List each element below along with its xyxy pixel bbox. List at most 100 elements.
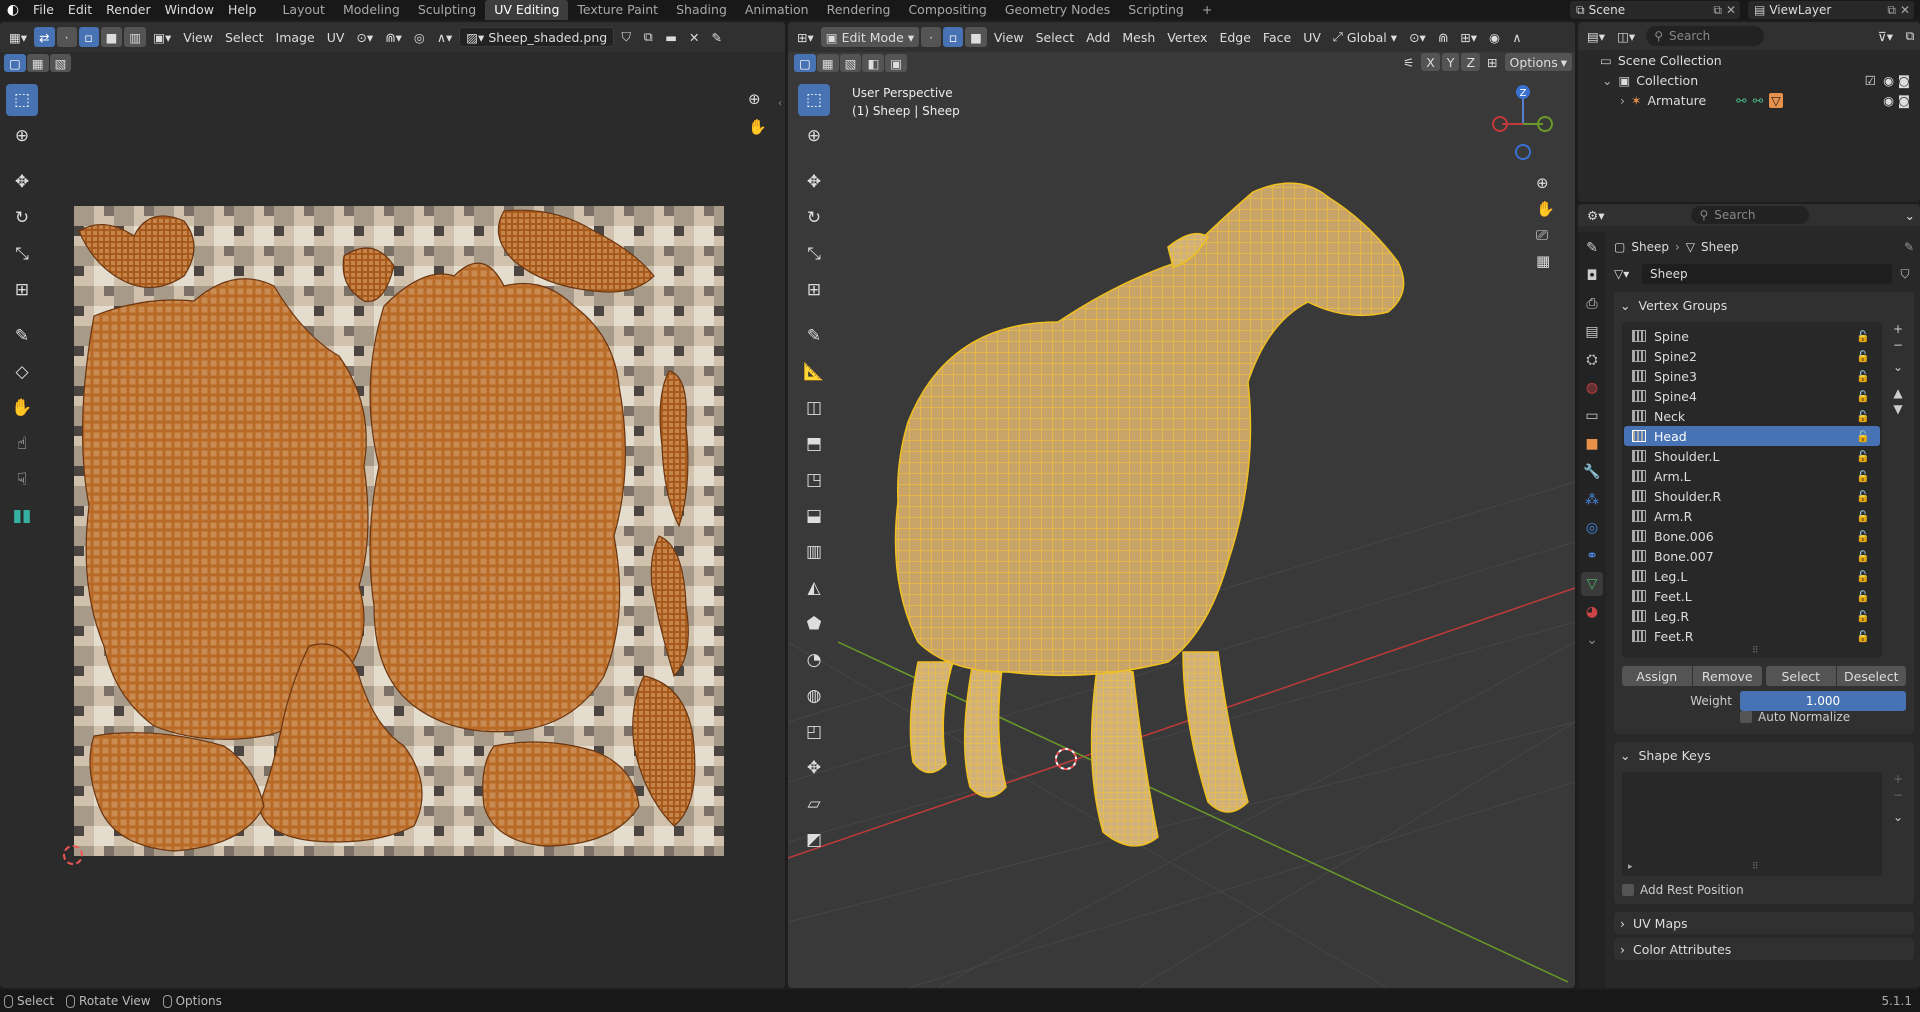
falloff-icon[interactable]: ∧▾ — [432, 27, 457, 47]
modifier-tab-icon[interactable]: 🔧 — [1581, 460, 1603, 484]
view-layer-selector[interactable]: ▤ ViewLayer ⧉ ✕ — [1748, 1, 1914, 19]
remove-icon[interactable]: − — [1893, 788, 1903, 802]
viewport-canvas[interactable] — [788, 22, 1575, 988]
tab-sculpting[interactable]: Sculpting — [409, 0, 485, 20]
expand-icon[interactable]: ▸ — [1628, 862, 1633, 872]
lock-icon[interactable]: 🔓 — [1856, 450, 1870, 463]
lock-icon[interactable]: 🔓 — [1856, 330, 1870, 343]
rip-region-icon[interactable]: ◩ — [798, 824, 830, 856]
checkbox-icon[interactable]: ☑ — [1865, 73, 1876, 88]
list-resize-handle[interactable]: ⠿ — [1752, 862, 1759, 872]
editor-type-icon[interactable]: ▤▾ — [1582, 26, 1610, 46]
uv-maps-panel[interactable]: › UV Maps — [1614, 912, 1914, 934]
chevron-down-icon[interactable]: ⌄ — [1900, 205, 1920, 225]
eye-icon[interactable]: ◉ — [1883, 93, 1894, 108]
vertex-group-item[interactable]: Neck 🔓 — [1624, 406, 1880, 426]
2d-cursor-icon[interactable] — [63, 845, 83, 865]
fake-user-icon[interactable]: ⛉ — [616, 27, 636, 47]
vertex-group-item[interactable]: Bone.007 🔓 — [1624, 546, 1880, 566]
lock-icon[interactable]: 🔓 — [1856, 490, 1870, 503]
properties-search-input[interactable]: ⚲ Search — [1691, 206, 1810, 224]
cursor-icon[interactable]: ⊕ — [798, 120, 830, 152]
open-image-icon[interactable]: ▬ — [660, 27, 682, 47]
extrude-icon[interactable]: ⬒ — [798, 428, 830, 460]
output-tab-icon[interactable]: ⎙ — [1581, 292, 1603, 316]
add-cube-icon[interactable]: ◫ — [798, 392, 830, 424]
transform-icon[interactable]: ⊞ — [798, 274, 830, 306]
lock-icon[interactable]: 🔓 — [1856, 530, 1870, 543]
blender-logo-icon[interactable]: ◐ — [0, 2, 26, 18]
lock-icon[interactable]: 🔓 — [1856, 570, 1870, 583]
remove-icon[interactable]: − — [1893, 338, 1903, 352]
vertex-group-item[interactable]: Spine4 🔓 — [1624, 386, 1880, 406]
chevron-right-icon[interactable]: › — [1620, 93, 1625, 108]
vertex-group-item[interactable]: Shoulder.L 🔓 — [1624, 446, 1880, 466]
shape-keys-header[interactable]: ⌄ Shape Keys — [1614, 742, 1914, 768]
vertex-group-item[interactable]: Spine3 🔓 — [1624, 366, 1880, 386]
list-resize-handle[interactable]: ⠿ — [1752, 646, 1759, 656]
select-button[interactable]: Select — [1766, 666, 1836, 686]
add-icon[interactable]: + — [1893, 322, 1903, 336]
navigation-gizmo[interactable]: Z — [1488, 82, 1568, 172]
physics-tab-icon[interactable]: ◎ — [1581, 516, 1603, 540]
render-tab-icon[interactable]: ◘ — [1581, 264, 1603, 288]
edge-slide-icon[interactable]: ◰ — [798, 716, 830, 748]
move-down-icon[interactable]: ▼ — [1893, 402, 1902, 416]
relax-icon[interactable]: ☝ — [6, 428, 38, 460]
outliner-search-input[interactable]: ⚲ Search — [1646, 26, 1765, 46]
color-attributes-panel[interactable]: › Color Attributes — [1614, 938, 1914, 960]
pan-hand-icon[interactable]: ✋ — [1536, 200, 1555, 218]
vertex-group-item[interactable]: Arm.R 🔓 — [1624, 506, 1880, 526]
cursor-icon[interactable]: ⊕ — [6, 120, 38, 152]
scene-collection-row[interactable]: ▭ Scene Collection — [1586, 50, 1912, 70]
annotate-icon[interactable]: ✎ — [798, 320, 830, 352]
tab-layout[interactable]: Layout — [273, 0, 334, 20]
vertex-group-item[interactable]: Arm.L 🔓 — [1624, 466, 1880, 486]
loop-cut-icon[interactable]: ▥ — [798, 536, 830, 568]
bevel-icon[interactable]: ⬓ — [798, 500, 830, 532]
rotate-icon[interactable]: ↻ — [6, 202, 38, 234]
remove-button[interactable]: Remove — [1692, 666, 1762, 686]
particles-tab-icon[interactable]: ⁂ — [1581, 488, 1603, 512]
uv-menu-view[interactable]: View — [178, 27, 218, 47]
shear-icon[interactable]: ▱ — [798, 788, 830, 820]
sample-icon[interactable]: ▮▮ — [6, 500, 38, 532]
mesh-name-field[interactable]: Sheep — [1642, 264, 1892, 284]
mesh-data-icon[interactable]: ▽▾ — [1614, 267, 1638, 281]
tab-scripting[interactable]: Scripting — [1119, 0, 1193, 20]
rotate-icon[interactable]: ↻ — [798, 202, 830, 234]
armature-row[interactable]: › ✶ Armature ⚯ ⚯ ▽ ◉ ◙ — [1586, 90, 1912, 110]
add-icon[interactable]: + — [1893, 772, 1903, 786]
deselect-button[interactable]: Deselect — [1836, 666, 1906, 686]
lock-icon[interactable]: 🔓 — [1856, 390, 1870, 403]
fake-user-icon[interactable]: ⛉ — [1896, 267, 1914, 282]
view-layer-tab-icon[interactable]: ▤ — [1581, 320, 1603, 344]
auto-normalize-checkbox[interactable] — [1740, 711, 1752, 723]
editor-type-icon[interactable]: ▦▾ — [4, 27, 32, 47]
move-icon[interactable]: ✥ — [6, 166, 38, 198]
lock-icon[interactable]: 🔓 — [1856, 430, 1870, 443]
sidebar-toggle-icon[interactable]: ‹ — [778, 98, 782, 109]
vertex-group-item[interactable]: Spine 🔓 — [1624, 326, 1880, 346]
proportional-edit-icon[interactable]: ◎ — [409, 27, 430, 47]
select-subtract-icon[interactable]: ▧ — [49, 54, 72, 72]
tab-geometry-nodes[interactable]: Geometry Nodes — [996, 0, 1119, 20]
select-extend-icon[interactable]: ▦ — [26, 54, 49, 72]
camera-icon[interactable]: ◙ — [1898, 93, 1910, 108]
perspective-grid-icon[interactable]: ▦ — [1536, 252, 1555, 270]
add-workspace-button[interactable]: + — [1193, 0, 1221, 20]
spin-icon[interactable]: ◔ — [798, 644, 830, 676]
scene-selector[interactable]: ⧉ Scene ⧉ ✕ — [1570, 1, 1740, 19]
editor-type-icon[interactable]: ⚙▾ — [1582, 205, 1609, 225]
zoom-icon[interactable]: ⊕ — [748, 90, 761, 108]
image-browse-field[interactable]: ▨▾ Sheep_shaded.png — [459, 27, 615, 47]
chevron-down-icon[interactable]: ⌄ — [1893, 810, 1903, 824]
vertex-select-icon[interactable]: · — [56, 27, 77, 47]
uv-canvas[interactable] — [74, 206, 724, 856]
sheep-mesh[interactable] — [894, 182, 1405, 847]
collection-tab-icon[interactable]: ▭ — [1581, 404, 1603, 428]
copy-icon[interactable]: ⧉ — [1713, 3, 1722, 18]
menu-edit[interactable]: Edit — [61, 0, 99, 20]
scene-tab-icon[interactable]: ⛭ — [1581, 348, 1603, 372]
3d-cursor-icon[interactable] — [1055, 748, 1077, 770]
